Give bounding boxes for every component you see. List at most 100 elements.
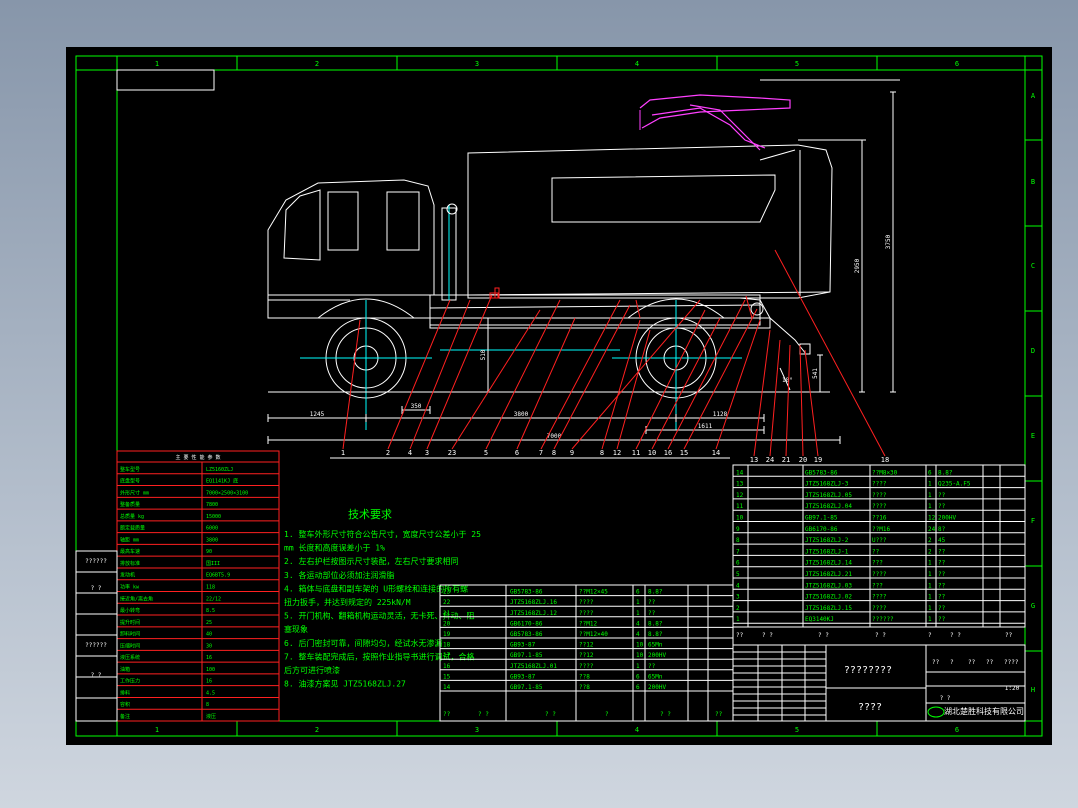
balloon-number: 10: [648, 449, 656, 457]
parts-left-name: ??8: [579, 684, 590, 691]
parts-right-code: JTZ5168ZLJ-2: [805, 537, 849, 544]
parts-right-seq: 13: [736, 481, 744, 488]
parts-left-code: GB93-87: [510, 642, 536, 649]
parts-left-mat: ??: [648, 610, 656, 617]
leader-line: [769, 339, 781, 457]
cab-outline: [267, 179, 435, 296]
parts-right-mat: ??: [938, 548, 946, 555]
spec-value: 30: [206, 643, 212, 649]
parts-left-qty: 10: [636, 652, 644, 659]
parts-right-qty: 1: [928, 582, 932, 589]
parts-right-qty: 1: [928, 571, 932, 578]
parts-left-mat: 200HV: [648, 652, 666, 659]
parts-right-qty: 1: [928, 481, 932, 488]
lift-arm-top: [639, 94, 791, 129]
parts-right-header: ? ?: [818, 632, 829, 639]
angle-label: 18°: [782, 377, 793, 384]
parts-left-name: ????: [579, 663, 594, 670]
parts-left-name: ??12: [579, 642, 594, 649]
balloon-number: 8: [552, 449, 556, 457]
parts-left-header: ??: [715, 711, 723, 718]
parts-right-seq: 4: [736, 582, 740, 589]
spec-value: 6000: [206, 526, 218, 532]
drawing-name: ????????: [844, 665, 892, 676]
left-stack-label: ??????: [85, 558, 107, 565]
spec-param: 轴距 mm: [120, 536, 139, 543]
row-letter: E: [1031, 432, 1035, 440]
parts-right-code: EQ3140KJ: [805, 616, 834, 623]
parts-right-seq: 8: [736, 537, 740, 544]
parts-left-header: ??: [443, 711, 451, 718]
leader-line: [516, 317, 576, 450]
parts-left-qty: 6: [636, 673, 640, 680]
parts-left-code: JTZ5168ZLJ.12: [510, 610, 557, 617]
spec-param: 提升时间: [120, 619, 140, 626]
parts-left-name: ??8: [579, 673, 590, 680]
leader-line: [785, 344, 791, 457]
parts-left-header: ? ?: [660, 711, 671, 718]
parts-left-seq: 20: [443, 620, 451, 627]
parts-left-seq: 22: [443, 599, 451, 606]
dim-1611-label: 1611: [698, 423, 713, 430]
parts-right-name: ????: [872, 481, 887, 488]
drawing-sheet[interactable]: 1 1 2 2 3 3 4 4 5 5 6 6 A B C D E F G H 1245 3800 7000 1128 1611…: [66, 47, 1052, 745]
parts-left-mat: 8.8?: [648, 631, 663, 638]
scale-label: 1:20: [1005, 685, 1020, 692]
balloon-number: 23: [448, 449, 456, 457]
parts-right-mat: Q235-A.F5: [938, 481, 971, 488]
spec-param: 备注: [120, 713, 130, 720]
spec-header: 主 要 性 能 参 数: [175, 454, 220, 461]
cab-door-window: [327, 191, 359, 251]
dim-1245-label: 1245: [310, 411, 325, 418]
spec-value: EQ6BT5.9: [206, 573, 230, 579]
parts-right-header: ??: [1005, 632, 1013, 639]
parts-right-qty: 1: [928, 492, 932, 499]
parts-left-seq: 15: [443, 673, 451, 680]
tech-line: 3. 各运动部位必须加注润滑脂: [284, 570, 394, 580]
balloon-number: 21: [782, 456, 790, 464]
parts-right-qty: 2: [928, 537, 932, 544]
col-number-top: 5: [795, 60, 799, 68]
parts-right-seq: 12: [736, 492, 744, 499]
spec-value: 25: [206, 620, 212, 626]
dim-1128-label: 1128: [713, 411, 728, 418]
parts-right-mat: ??: [938, 594, 946, 601]
parts-left-code: GB93-87: [510, 673, 536, 680]
parts-right-mat: 8?: [938, 526, 946, 533]
parts-left-qty: 1: [636, 599, 640, 606]
col-number-bottom: 6: [955, 726, 959, 734]
balloon-number: 12: [613, 449, 621, 457]
tb-mark: ????: [1004, 659, 1019, 666]
cab-rear-window: [386, 191, 420, 251]
parts-right-qty: 1: [928, 503, 932, 510]
balloon-number: 8: [600, 449, 604, 457]
parts-right-name: ????: [872, 571, 887, 578]
parts-right-seq: 9: [736, 526, 740, 533]
tb-mark: ?: [950, 659, 954, 666]
parts-right-name: ????: [872, 605, 887, 612]
corner-box: [116, 69, 215, 91]
red-detail: [635, 299, 641, 319]
col-number-top: 1: [155, 60, 159, 68]
cab-lower: [267, 295, 430, 319]
spec-value: 7000×2500×3100: [206, 490, 248, 496]
col-number-top: 6: [955, 60, 959, 68]
spec-value: 8: [206, 702, 209, 708]
parts-left-qty: 4: [636, 620, 640, 627]
outer-frame: [75, 55, 1043, 737]
col-number-bottom: 3: [475, 726, 479, 734]
spec-value: 90: [206, 549, 212, 555]
spec-param: 接近角/离去角: [120, 595, 153, 602]
parts-right-qty: 24: [928, 526, 936, 533]
parts-left-code: GB6170-86: [510, 620, 543, 627]
parts-right-mat: 200HV: [938, 515, 956, 522]
tech-line: 6. 后门密封可靠，间隙均匀，经试水无渗漏: [284, 638, 442, 648]
col-number-bottom: 2: [315, 726, 319, 734]
parts-right-seq: 11: [736, 503, 744, 510]
parts-right-qty: 1: [928, 616, 932, 623]
spec-param: 压缩时间: [120, 642, 140, 649]
balloon-number: 6: [515, 449, 519, 457]
row-letter: H: [1031, 686, 1035, 694]
parts-right-name: ??????: [872, 616, 894, 623]
parts-right-code: GB97.1-85: [805, 515, 838, 522]
